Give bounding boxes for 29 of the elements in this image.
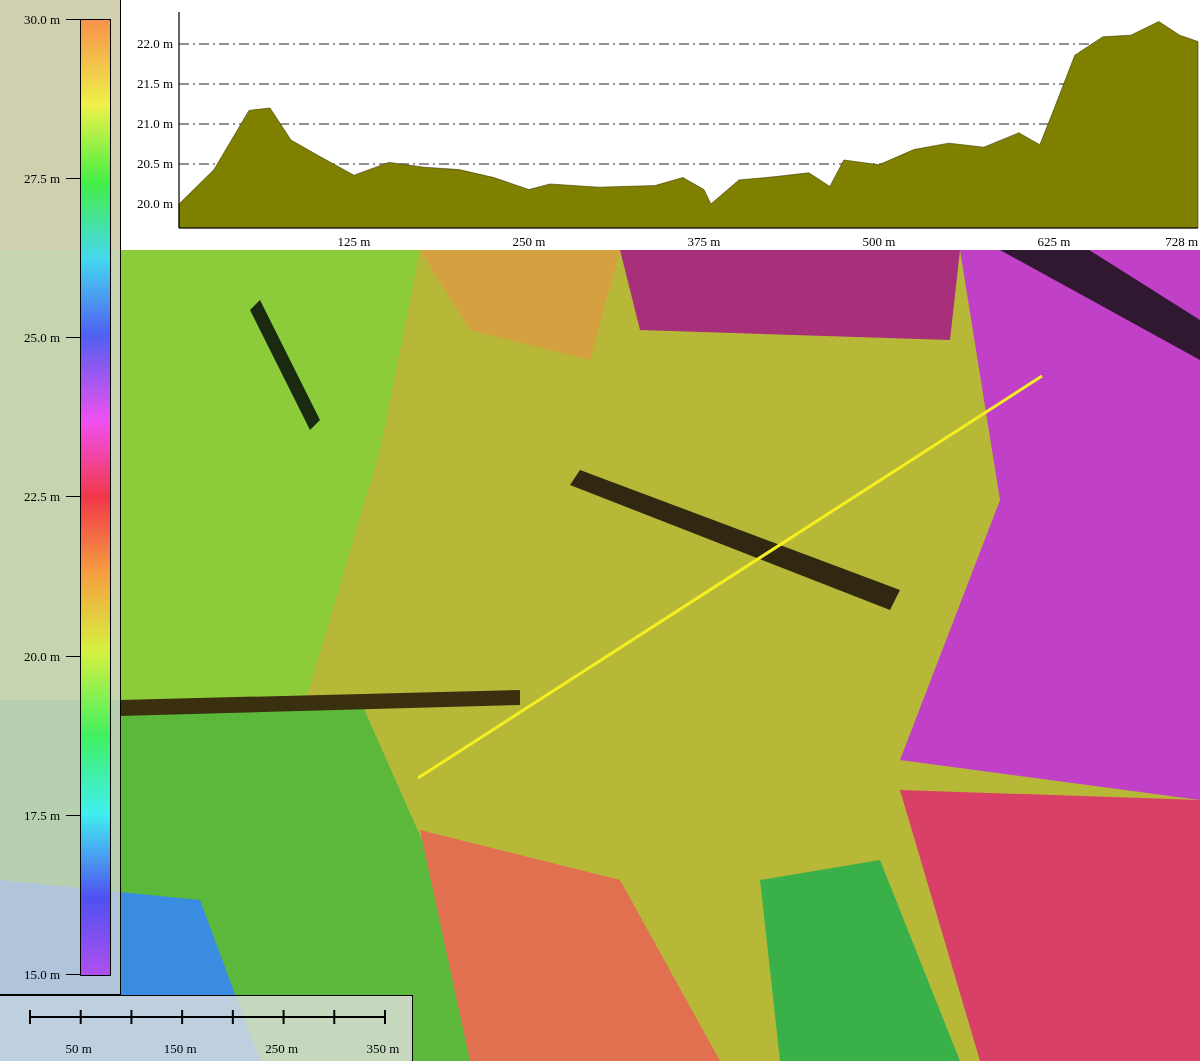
distance-label: 150 m: [163, 1042, 197, 1055]
axis-label: 728 m: [1165, 234, 1198, 249]
scale-label: 20.0 m: [23, 649, 60, 663]
axis-label: 21.0 m: [136, 116, 173, 131]
tick-mark: [66, 815, 80, 817]
distance-label: 50 m: [65, 1042, 92, 1055]
distance-label: 350 m: [366, 1042, 400, 1055]
distance-label: 250 m: [265, 1042, 298, 1055]
scale-label: 25.0 m: [23, 331, 60, 345]
axis-label: 22.0 m: [136, 36, 173, 51]
tick-mark: [66, 18, 80, 20]
axis-label: 125 m: [337, 234, 371, 249]
tick-mark: [66, 177, 80, 179]
scale-label: 22.5 m: [23, 490, 60, 504]
tick-mark: [66, 337, 80, 339]
scale-label: 15.0 m: [23, 968, 60, 982]
axis-label: 21.5 m: [136, 76, 173, 91]
tick-mark: [66, 974, 80, 976]
axis-label: 20.5 m: [136, 156, 173, 171]
axis-label: 375 m: [687, 234, 721, 249]
axis-label: 20.0 m: [136, 196, 173, 211]
axis-label: 250 m: [512, 234, 546, 249]
tick-mark: [66, 496, 80, 498]
scale-label: 17.5 m: [23, 809, 60, 823]
scale-label: 30.0 m: [23, 12, 60, 26]
tick-mark: [66, 655, 80, 657]
axis-label: 500 m: [862, 234, 896, 249]
axis-label: 625 m: [1037, 234, 1071, 249]
scale-label: 27.5 m: [23, 171, 60, 185]
